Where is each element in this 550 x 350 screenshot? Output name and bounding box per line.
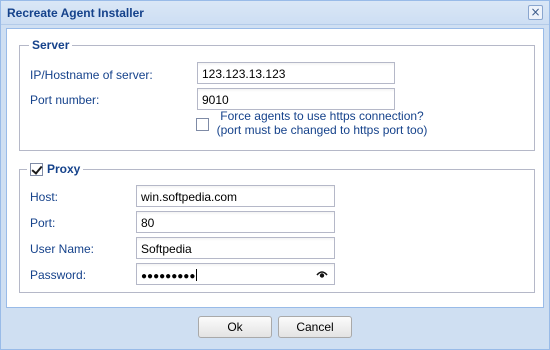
proxy-checkbox[interactable] [30,162,43,176]
password-mask: ●●●●●●●●● [141,271,196,282]
title-bar[interactable]: Recreate Agent Installer × [1,1,549,25]
text-caret [196,269,198,281]
server-host-label: IP/Hostname of server: [30,68,153,82]
https-note: Force agents to use https connection? (p… [209,109,435,137]
proxy-legend-label: Proxy [47,162,81,176]
https-note-line1: Force agents to use https connection? [220,109,424,123]
proxy-port-label: Port: [30,216,56,230]
dialog-body: Server IP/Hostname of server: 123.123.13… [6,28,544,308]
proxy-password-input[interactable]: ●●●●●●●●● [136,263,335,285]
server-host-input[interactable]: 123.123.13.123 [197,62,395,84]
agent-installer-dialog: Recreate Agent Installer × Server IP/Hos… [0,0,550,350]
close-icon[interactable]: × [528,5,543,20]
server-legend: Server [29,38,73,52]
proxy-user-label: User Name: [30,242,95,256]
proxy-legend: Proxy [27,162,84,176]
proxy-password-label: Password: [30,268,87,282]
ok-button[interactable]: Ok [198,316,272,338]
eye-icon[interactable] [316,269,328,279]
server-port-label: Port number: [30,93,100,107]
proxy-host-label: Host: [30,190,59,204]
https-checkbox[interactable] [196,118,209,131]
dialog-title: Recreate Agent Installer [7,6,144,20]
server-port-input[interactable]: 9010 [197,88,395,110]
cancel-button[interactable]: Cancel [278,316,352,338]
https-note-line2: (port must be changed to https port too) [216,123,428,137]
proxy-host-input[interactable]: win.softpedia.com [136,185,335,207]
proxy-port-input[interactable]: 80 [136,211,335,233]
proxy-user-input[interactable]: Softpedia [136,237,335,259]
